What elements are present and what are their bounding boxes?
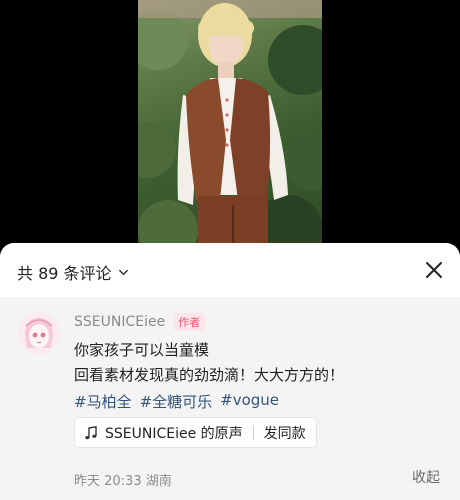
video-still-image bbox=[138, 0, 322, 262]
collapse-button[interactable]: 收起 bbox=[412, 467, 440, 487]
comment-sheet: 共 89 条评论 SSEUNICEiee 作者 你家孩子可以当童模 回看素材发现… bbox=[0, 243, 460, 500]
comment-line: 你家孩子可以当童模 bbox=[74, 341, 210, 359]
video-frame[interactable] bbox=[138, 0, 322, 262]
hashtag-list: #马柏全 #全糖可乐 #vogue bbox=[74, 391, 279, 412]
close-icon[interactable] bbox=[424, 260, 444, 280]
hashtag-link[interactable]: #马柏全 bbox=[74, 391, 132, 412]
hashtag-link[interactable]: #全糖可乐 bbox=[140, 391, 213, 412]
author-badge: 作者 bbox=[173, 313, 206, 331]
comment-sheet-header: 共 89 条评论 bbox=[0, 243, 460, 297]
comment-body: 你家孩子可以当童模 回看素材发现真的劲劲滴！大大方方的！ bbox=[74, 338, 344, 388]
avatar[interactable] bbox=[18, 312, 60, 354]
comment-item: SSEUNICEiee 作者 你家孩子可以当童模 回看素材发现真的劲劲滴！大大方… bbox=[0, 297, 460, 500]
use-same-sound-button[interactable]: 发同款 bbox=[264, 423, 306, 443]
avatar-illustration bbox=[18, 312, 60, 354]
comment-meta: 昨天 20:33 湖南 bbox=[74, 474, 172, 489]
video-player[interactable] bbox=[0, 0, 460, 262]
hashtag-link[interactable]: #vogue bbox=[220, 391, 279, 412]
comment-count-dropdown[interactable]: 共 89 条评论 bbox=[17, 260, 129, 284]
comment-count-label: 共 89 条评论 bbox=[17, 264, 112, 283]
divider bbox=[252, 425, 254, 440]
chevron-down-icon bbox=[118, 269, 128, 275]
sound-name: SSEUNICEiee 的原声 bbox=[105, 425, 243, 442]
comment-username[interactable]: SSEUNICEiee bbox=[74, 314, 165, 330]
comment-line: 回看素材发现真的劲劲滴！大大方方的！ bbox=[74, 366, 345, 384]
original-sound-chip[interactable]: SSEUNICEiee 的原声 发同款 bbox=[74, 417, 317, 448]
music-note-icon bbox=[85, 425, 97, 439]
comment-header: SSEUNICEiee 作者 bbox=[74, 313, 206, 331]
